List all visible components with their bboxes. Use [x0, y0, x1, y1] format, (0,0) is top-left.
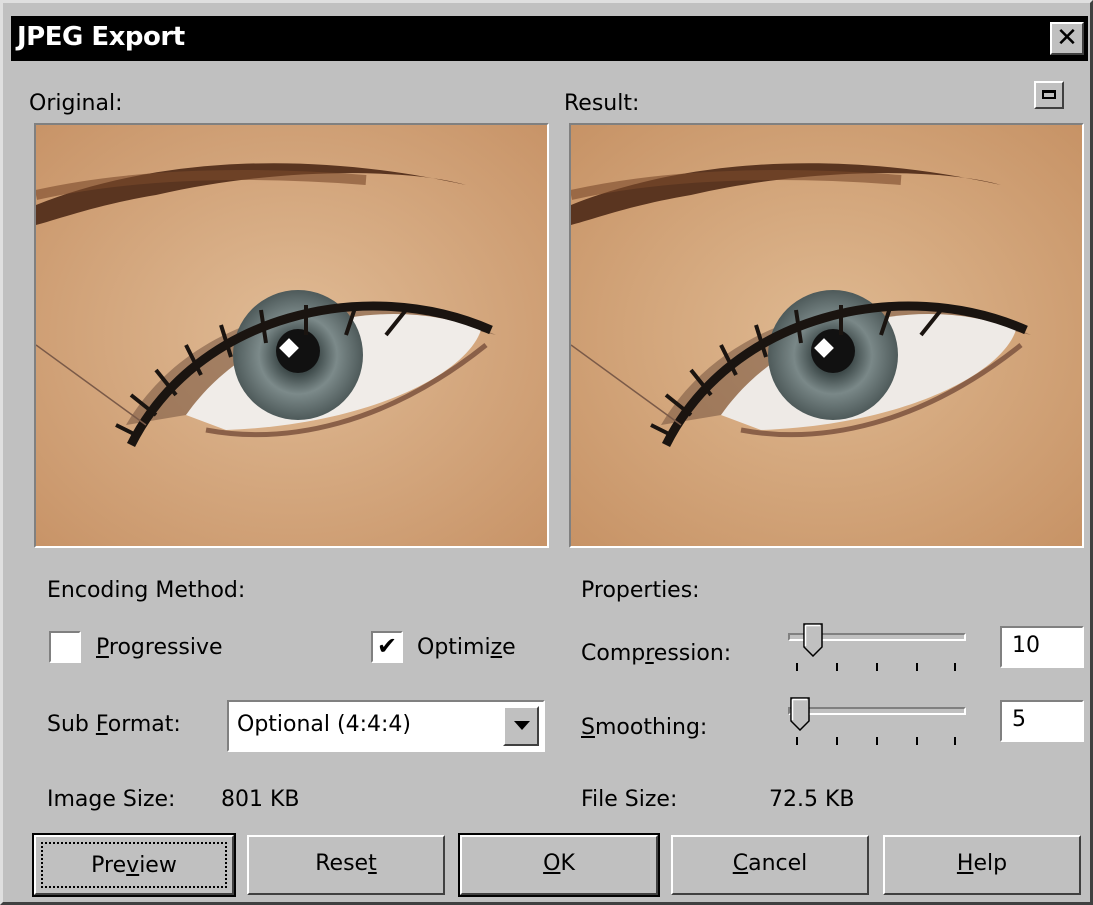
- compression-label: Compression:: [581, 641, 732, 666]
- optimize-checkbox[interactable]: ✔: [371, 631, 403, 663]
- smoothing-tick: [876, 737, 878, 745]
- subformat-select[interactable]: Optional (4:4:4): [227, 700, 545, 752]
- compression-tick: [954, 663, 956, 671]
- file-size-label: File Size:: [581, 787, 678, 812]
- jpeg-export-dialog: JPEG Export ✕ Original: Result: Encoding…: [0, 0, 1093, 905]
- compression-tick: [916, 663, 918, 671]
- properties-heading: Properties:: [581, 578, 700, 603]
- smoothing-tick: [954, 737, 956, 745]
- restore-icon: [1042, 90, 1056, 99]
- result-preview-frame: [569, 123, 1084, 548]
- compression-input[interactable]: 10: [1000, 626, 1084, 668]
- progressive-label[interactable]: Progressive: [96, 635, 223, 660]
- original-label: Original:: [29, 91, 123, 116]
- file-size-value: 72.5 KB: [769, 787, 855, 812]
- close-icon: ✕: [1056, 23, 1078, 53]
- smoothing-tick: [796, 737, 798, 745]
- smoothing-label: Smoothing:: [581, 715, 708, 740]
- result-label: Result:: [564, 91, 640, 116]
- optimize-label[interactable]: Optimize: [417, 635, 516, 660]
- reset-button[interactable]: Reset: [247, 835, 445, 895]
- dialog-title: JPEG Export: [17, 22, 185, 52]
- title-bar[interactable]: JPEG Export ✕: [11, 16, 1088, 61]
- dropdown-arrow-icon[interactable]: [503, 706, 539, 746]
- subformat-label: Sub Format:: [47, 712, 181, 737]
- cancel-button[interactable]: Cancel: [671, 835, 869, 895]
- image-size-value: 801 KB: [221, 787, 300, 812]
- preview-button[interactable]: Preview: [32, 833, 236, 897]
- help-button[interactable]: Help: [883, 835, 1081, 895]
- view-toggle-button[interactable]: [1034, 81, 1064, 109]
- image-size-label: Image Size:: [47, 787, 176, 812]
- smoothing-slider-thumb[interactable]: [790, 697, 810, 731]
- subformat-value: Optional (4:4:4): [237, 712, 411, 737]
- original-preview-image: [36, 125, 547, 546]
- check-icon: ✔: [376, 632, 398, 660]
- smoothing-slider-track[interactable]: [788, 707, 966, 715]
- close-button[interactable]: ✕: [1050, 22, 1084, 55]
- smoothing-input[interactable]: 5: [1000, 700, 1084, 742]
- compression-tick: [836, 663, 838, 671]
- result-preview-image: [571, 125, 1082, 546]
- encoding-method-heading: Encoding Method:: [47, 578, 246, 603]
- compression-tick: [876, 663, 878, 671]
- compression-tick: [796, 663, 798, 671]
- smoothing-tick: [916, 737, 918, 745]
- compression-slider-thumb[interactable]: [803, 623, 823, 657]
- smoothing-tick: [836, 737, 838, 745]
- original-preview-frame: [34, 123, 549, 548]
- ok-button[interactable]: OK: [458, 833, 660, 897]
- progressive-checkbox[interactable]: [49, 631, 81, 663]
